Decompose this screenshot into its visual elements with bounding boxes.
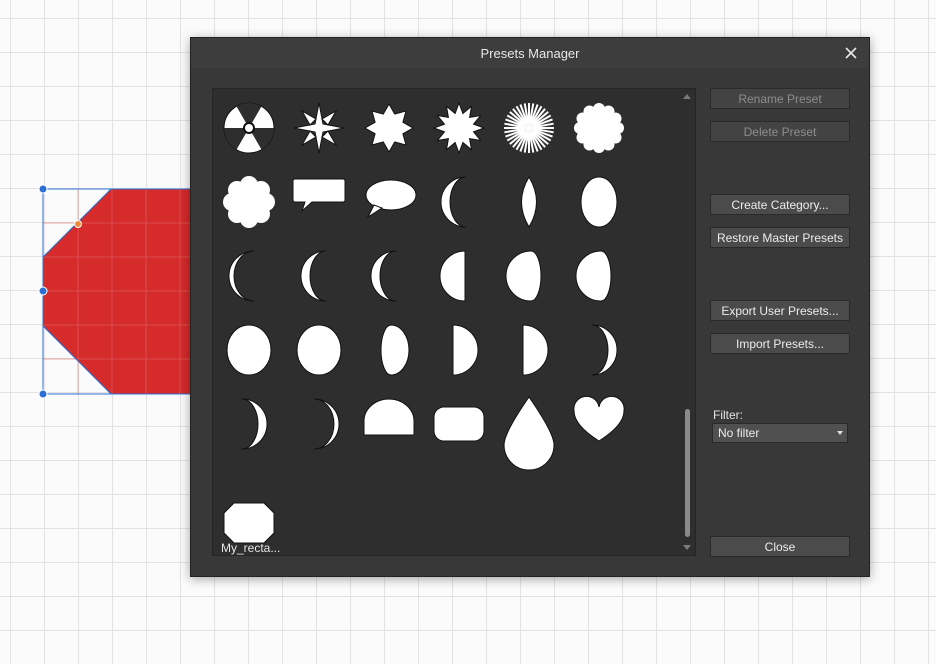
scroll-up-arrow-icon[interactable] — [681, 91, 693, 103]
scroll-down-arrow-icon[interactable] — [681, 541, 693, 553]
preset-item[interactable] — [360, 395, 418, 453]
gibbous-left-icon — [380, 324, 410, 376]
preset-item[interactable] — [500, 247, 558, 305]
half-circle-right-icon — [522, 324, 549, 376]
teardrop-icon — [503, 396, 555, 471]
preset-item[interactable] — [430, 173, 488, 231]
filter-label: Filter: — [713, 408, 743, 422]
gibbous-icon — [575, 250, 612, 302]
dialog-title: Presets Manager — [480, 45, 580, 61]
dome-icon — [363, 398, 415, 436]
crescent-icon — [440, 176, 467, 228]
preset-item[interactable] — [360, 173, 418, 231]
delete-preset-button[interactable]: Delete Preset — [710, 121, 850, 142]
vesica-icon — [521, 176, 537, 228]
crescent-icon — [300, 250, 327, 302]
preset-item[interactable] — [360, 99, 418, 157]
close-button[interactable]: Close — [710, 536, 850, 557]
preset-item[interactable] — [220, 99, 278, 157]
dialog-titlebar: Presets Manager — [191, 38, 869, 68]
preset-item[interactable] — [430, 247, 488, 305]
radiation-icon — [223, 102, 275, 154]
ellipse-icon — [580, 176, 618, 228]
presets-scrollbar[interactable] — [681, 91, 693, 553]
preset-item[interactable] — [220, 247, 278, 305]
presets-manager-dialog: Presets Manager My_recta... Rename Prese… — [190, 37, 870, 577]
sun-icon — [363, 102, 415, 154]
crescent-icon — [370, 250, 397, 302]
scalloped-circle-icon — [574, 103, 624, 153]
preset-item[interactable] — [360, 247, 418, 305]
chevron-down-icon — [837, 431, 843, 435]
rename-preset-button[interactable]: Rename Preset — [710, 88, 850, 109]
rounded-rectangle-icon — [433, 406, 485, 442]
speech-bubble-rect-icon — [292, 178, 346, 213]
selection-handle-bottom-left — [38, 389, 48, 399]
preset-item[interactable] — [500, 395, 558, 477]
preset-item[interactable] — [290, 247, 348, 305]
starburst-icon — [504, 103, 554, 153]
selection-handle-top-left — [38, 184, 48, 194]
preset-item[interactable] — [290, 321, 348, 379]
cloud-icon — [223, 176, 275, 228]
preset-item[interactable] — [570, 173, 628, 231]
half-circle-icon — [439, 250, 466, 302]
speech-bubble-oval-icon — [365, 179, 417, 219]
scrollbar-thumb[interactable] — [685, 409, 690, 537]
preset-item[interactable] — [220, 173, 278, 231]
sun-spiky-icon — [432, 101, 486, 155]
presets-grid: My_recta... — [212, 88, 696, 556]
preset-item[interactable] — [220, 395, 278, 453]
crescent-right-thin-icon — [313, 398, 340, 450]
preset-item[interactable] — [430, 321, 488, 379]
preset-item[interactable] — [570, 99, 628, 157]
preset-item[interactable] — [500, 99, 558, 157]
crescent-right-icon — [591, 324, 618, 376]
heart-icon — [573, 395, 625, 442]
preset-item[interactable] — [290, 395, 348, 453]
preset-item[interactable] — [220, 321, 278, 379]
filter-dropdown[interactable]: No filter — [712, 423, 848, 443]
preset-item[interactable] — [570, 395, 628, 453]
preset-item[interactable] — [430, 395, 488, 453]
half-circle-right-icon — [452, 324, 479, 376]
crescent-right-icon — [241, 398, 268, 450]
preset-item[interactable] — [290, 173, 348, 231]
preset-item[interactable] — [290, 99, 348, 157]
circle-icon — [226, 324, 272, 376]
crescent-thin-icon — [228, 250, 255, 302]
circle-icon — [296, 324, 342, 376]
four-petal-star-icon — [293, 102, 345, 154]
restore-master-presets-button[interactable]: Restore Master Presets — [710, 227, 850, 248]
preset-item[interactable] — [360, 321, 418, 379]
preset-item[interactable] — [570, 247, 628, 305]
preset-item[interactable] — [500, 173, 558, 231]
selection-handle-mid-left — [38, 286, 48, 296]
export-user-presets-button[interactable]: Export User Presets... — [710, 300, 850, 321]
preset-item[interactable] — [430, 99, 488, 157]
create-category-button[interactable]: Create Category... — [710, 194, 850, 215]
gibbous-icon — [505, 250, 542, 302]
preset-item[interactable] — [570, 321, 628, 379]
close-icon[interactable] — [841, 43, 861, 63]
filter-value: No filter — [718, 426, 760, 440]
preset-item[interactable] — [500, 321, 558, 379]
import-presets-button[interactable]: Import Presets... — [710, 333, 850, 354]
user-preset-label: My_recta... — [221, 541, 281, 555]
corner-radius-handle — [74, 220, 82, 228]
